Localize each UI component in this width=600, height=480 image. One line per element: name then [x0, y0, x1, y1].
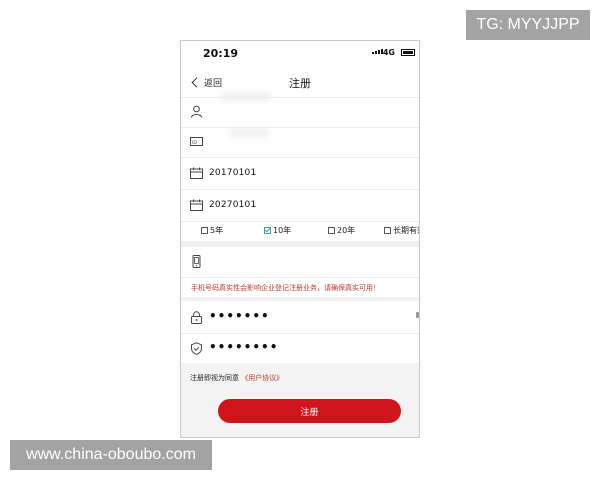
checkbox-checked-icon: [264, 227, 271, 234]
period-option-20[interactable]: 20年: [328, 225, 355, 236]
scroll-indicator: [416, 312, 419, 318]
register-button[interactable]: 注册: [218, 399, 401, 423]
divider: [181, 189, 419, 190]
status-time: 20:19: [203, 47, 239, 60]
name-field[interactable]: [181, 97, 419, 127]
checkbox-icon: [201, 227, 208, 234]
nav-bar: 返回 注册: [181, 69, 419, 97]
agreement-prefix: 注册即视为同意: [190, 374, 239, 382]
divider: [181, 277, 419, 278]
period-option-10[interactable]: 10年: [264, 225, 291, 236]
phone-warning: 手机号码真实性会影响企业登记注册业务，请确保真实可用！: [191, 284, 380, 292]
svg-text:ID: ID: [192, 140, 197, 146]
user-icon: [191, 105, 202, 118]
period-option-label: 长期有效: [393, 226, 419, 235]
status-bar: 20:19 4G: [181, 41, 419, 67]
lock-icon: [191, 311, 202, 324]
calendar-icon: [190, 167, 203, 179]
redacted-area: [221, 93, 271, 101]
start-date-value: 20170101: [209, 168, 257, 178]
confirm-password-field[interactable]: ••••••••: [181, 334, 419, 364]
divider: [181, 221, 419, 222]
page-title: 注册: [289, 77, 311, 90]
calendar-icon: [190, 199, 203, 211]
period-option-label: 10年: [273, 226, 292, 235]
checkbox-icon: [384, 227, 391, 234]
end-date-field[interactable]: 20270101: [181, 191, 419, 221]
confirm-password-value: ••••••••: [209, 340, 279, 354]
phone-screen: 20:19 4G 返回 注册 ID 20170101 20270101 5年 1…: [180, 40, 420, 438]
user-agreement-link[interactable]: 《用户协议》: [241, 374, 283, 382]
redacted-area: [229, 129, 269, 137]
network-label: 4G: [382, 48, 395, 57]
period-option-label: 20年: [337, 226, 356, 235]
start-date-field[interactable]: 20170101: [181, 159, 419, 189]
signal-icon: [372, 49, 383, 54]
period-option-label: 5年: [210, 226, 224, 235]
battery-icon: [401, 49, 415, 56]
phone-field[interactable]: [181, 247, 419, 277]
id-card-icon: ID: [190, 137, 203, 146]
id-number-field[interactable]: ID: [181, 127, 419, 157]
password-field[interactable]: •••••••: [181, 303, 419, 333]
watermark-bottom: www.china-oboubo.com: [10, 440, 212, 470]
shield-lock-icon: [191, 342, 202, 355]
section-separator: [181, 297, 419, 301]
agreement-text: 注册即视为同意 《用户协议》: [190, 373, 283, 383]
period-option-long-term[interactable]: 长期有效: [384, 225, 419, 236]
end-date-value: 20270101: [209, 200, 257, 210]
checkbox-icon: [328, 227, 335, 234]
watermark-top: TG: MYYJJPP: [466, 10, 590, 40]
password-value: •••••••: [209, 309, 270, 323]
phone-icon: [192, 255, 201, 268]
divider: [181, 157, 419, 158]
period-option-5[interactable]: 5年: [201, 225, 223, 236]
